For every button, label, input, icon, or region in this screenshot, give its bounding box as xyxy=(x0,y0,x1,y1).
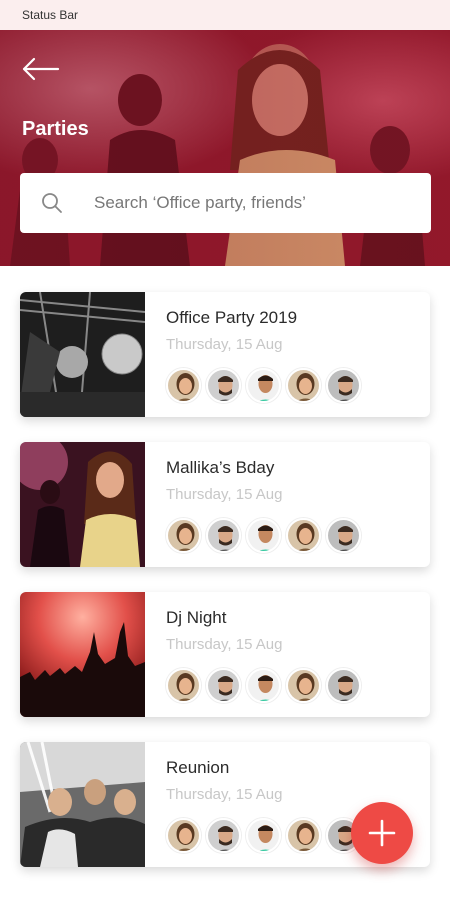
status-bar-label: Status Bar xyxy=(22,8,79,22)
attendee-avatars xyxy=(166,368,361,404)
card-date: Thursday, 15 Aug xyxy=(166,786,283,803)
avatar xyxy=(286,668,321,703)
search-bar[interactable] xyxy=(20,173,431,233)
dj-night-image xyxy=(20,592,145,717)
avatar xyxy=(206,368,241,403)
card-title: Dj Night xyxy=(166,608,227,627)
search-icon xyxy=(42,193,62,213)
avatar xyxy=(246,368,281,403)
avatar xyxy=(166,818,201,853)
attendee-avatars xyxy=(166,818,361,854)
avatar xyxy=(246,668,281,703)
party-card-mallikas-bday[interactable]: Mallika’s Bday Thursday, 15 Aug xyxy=(20,442,430,567)
card-title: Office Party 2019 xyxy=(166,308,298,327)
arrow-left-icon xyxy=(22,57,60,81)
reunion-image xyxy=(20,742,145,867)
back-button[interactable] xyxy=(20,55,60,83)
party-card-office-party[interactable]: Office Party 2019 Thursday, 15 Aug xyxy=(20,292,430,417)
status-bar: Status Bar xyxy=(0,0,450,30)
card-date: Thursday, 15 Aug xyxy=(166,336,283,353)
party-card-dj-night[interactable]: Dj Night Thursday, 15 Aug xyxy=(20,592,430,717)
avatar xyxy=(246,818,281,853)
avatar xyxy=(286,368,321,403)
page-title: Parties xyxy=(22,118,89,140)
avatar xyxy=(326,518,361,553)
attendee-avatars xyxy=(166,668,361,704)
card-date: Thursday, 15 Aug xyxy=(166,486,283,503)
avatar xyxy=(326,368,361,403)
avatar xyxy=(166,518,201,553)
avatar xyxy=(206,818,241,853)
avatar xyxy=(246,518,281,553)
avatar xyxy=(326,668,361,703)
card-date: Thursday, 15 Aug xyxy=(166,636,283,653)
card-title: Mallika’s Bday xyxy=(166,458,275,477)
attendee-avatars xyxy=(166,518,361,554)
card-title: Reunion xyxy=(166,758,230,777)
birthday-party-image xyxy=(20,442,145,567)
header-banner: Parties xyxy=(0,30,450,266)
avatar xyxy=(286,818,321,853)
avatar xyxy=(166,668,201,703)
office-party-image xyxy=(20,292,145,417)
search-input[interactable] xyxy=(94,193,414,213)
avatar xyxy=(206,668,241,703)
avatar xyxy=(286,518,321,553)
avatar xyxy=(206,518,241,553)
add-party-button[interactable] xyxy=(351,802,413,864)
plus-icon xyxy=(368,819,396,847)
avatar xyxy=(166,368,201,403)
